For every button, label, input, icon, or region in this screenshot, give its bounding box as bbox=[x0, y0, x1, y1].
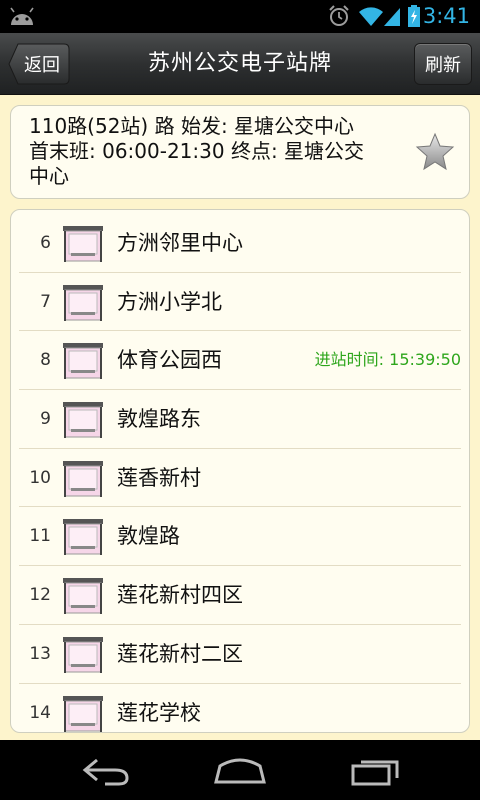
stop-index: 9 bbox=[40, 409, 51, 430]
back-nav-icon[interactable] bbox=[75, 752, 135, 788]
recent-apps-icon[interactable] bbox=[345, 752, 405, 788]
stop-row[interactable]: 11 敦煌路 bbox=[19, 507, 461, 567]
stop-index: 8 bbox=[40, 350, 51, 371]
route-info: 110路(52站) 路 始发: 星塘公交中心 首末班: 06:00-21:30 … bbox=[29, 114, 409, 189]
stop-index: 11 bbox=[29, 526, 51, 547]
bus-shelter-icon bbox=[61, 223, 105, 263]
title-bar: 返回 苏州公交电子站牌 刷新 bbox=[0, 33, 480, 95]
bus-shelter-icon bbox=[61, 516, 105, 556]
bus-shelter-icon bbox=[61, 693, 105, 733]
route-info-card: 110路(52站) 路 始发: 星塘公交中心 首末班: 06:00-21:30 … bbox=[10, 105, 470, 199]
stop-name: 莲花学校 bbox=[117, 700, 201, 725]
stop-name: 体育公园西 bbox=[117, 348, 222, 373]
status-bar: 3:41 bbox=[0, 0, 480, 33]
back-button-label: 返回 bbox=[24, 55, 60, 76]
stop-index: 14 bbox=[29, 702, 51, 723]
bus-shelter-icon bbox=[61, 575, 105, 615]
stop-row[interactable]: 14 莲花学校 bbox=[19, 684, 461, 733]
stop-row[interactable]: 13 莲花新村二区 bbox=[19, 625, 461, 684]
stop-list-card: 6 方洲邻里中心 7 方洲小学北 8 体育公园西 进站时间: 15:39:50 9 敦煌路东 10… bbox=[10, 209, 470, 733]
bus-shelter-icon bbox=[61, 340, 105, 380]
wifi-icon bbox=[359, 7, 383, 26]
alarm-icon bbox=[329, 5, 349, 26]
stop-index: 10 bbox=[29, 467, 51, 488]
stop-row[interactable]: 10 莲香新村 bbox=[19, 449, 461, 508]
bus-shelter-icon bbox=[61, 458, 105, 498]
stop-name: 莲花新村四区 bbox=[117, 583, 243, 608]
stop-index: 13 bbox=[29, 643, 51, 664]
stop-index: 12 bbox=[29, 585, 51, 606]
stop-name: 莲花新村二区 bbox=[117, 641, 243, 666]
stop-list: 6 方洲邻里中心 7 方洲小学北 8 体育公园西 进站时间: 15:39:50 9 敦煌路东 10… bbox=[11, 210, 469, 733]
signal-icon bbox=[384, 8, 400, 26]
stop-name: 敦煌路 bbox=[117, 524, 180, 549]
back-button[interactable]: 返回 bbox=[8, 43, 70, 85]
route-line-summary: 110路(52站) 路 始发: 星塘公交中心 bbox=[29, 114, 355, 138]
bus-shelter-icon bbox=[61, 282, 105, 322]
stop-name: 方洲小学北 bbox=[117, 289, 222, 314]
status-clock: 3:41 bbox=[422, 4, 470, 28]
content-area: 110路(52站) 路 始发: 星塘公交中心 首末班: 06:00-21:30 … bbox=[0, 95, 480, 740]
refresh-button[interactable]: 刷新 bbox=[414, 43, 472, 85]
stop-row[interactable]: 12 莲花新村四区 bbox=[19, 566, 461, 625]
route-schedule: 首末班: 06:00-21:30 终点: 星塘公交 bbox=[29, 139, 365, 163]
route-terminal: 中心 bbox=[29, 164, 69, 188]
stop-row[interactable]: 7 方洲小学北 bbox=[19, 273, 461, 332]
star-icon[interactable] bbox=[415, 132, 455, 172]
android-icon bbox=[10, 7, 34, 25]
arrival-time: 进站时间: 15:39:50 bbox=[314, 350, 461, 370]
stop-row[interactable]: 6 方洲邻里中心 bbox=[19, 214, 461, 273]
stop-index: 6 bbox=[40, 233, 51, 253]
battery-icon bbox=[408, 5, 420, 27]
stop-name: 敦煌路东 bbox=[117, 407, 201, 432]
stop-row[interactable]: 8 体育公园西 进站时间: 15:39:50 bbox=[19, 331, 461, 391]
home-nav-icon[interactable] bbox=[210, 752, 270, 788]
stop-row[interactable]: 9 敦煌路东 bbox=[19, 390, 461, 449]
navigation-bar bbox=[0, 740, 480, 800]
stop-name: 方洲邻里中心 bbox=[117, 231, 243, 255]
stop-name: 莲香新村 bbox=[117, 465, 201, 490]
stop-index: 7 bbox=[40, 291, 51, 312]
bus-shelter-icon bbox=[61, 399, 105, 439]
page-title: 苏州公交电子站牌 bbox=[147, 51, 332, 76]
bus-shelter-icon bbox=[61, 634, 105, 674]
